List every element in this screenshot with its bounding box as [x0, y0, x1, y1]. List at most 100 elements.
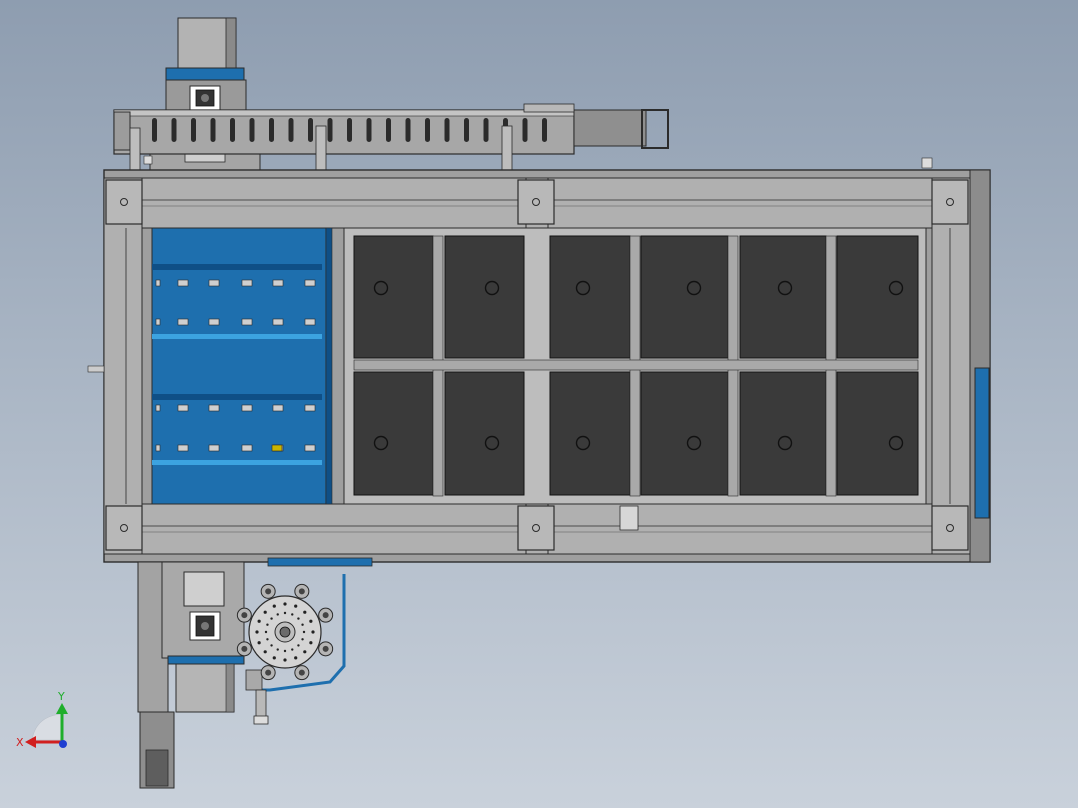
wheel-pin: [294, 604, 298, 608]
wheel-pin: [270, 644, 273, 647]
chain-slot: [288, 118, 294, 142]
tray-cell: [739, 371, 827, 496]
axis-triad: Y X: [16, 690, 68, 749]
cad-model-view[interactable]: Y X: [0, 0, 1078, 808]
tray-grid[interactable]: [343, 227, 927, 505]
tray-cell: [353, 371, 434, 496]
gripper-core: [298, 669, 305, 676]
gripper-core: [241, 645, 248, 652]
wheel-pin: [302, 630, 306, 634]
chain-slot: [542, 118, 547, 142]
wheel-pin: [311, 630, 315, 634]
blue-slot: [208, 318, 220, 326]
z-axis-dot: [59, 740, 67, 748]
blue-slot-marked: [271, 444, 283, 452]
tray-cell: [549, 371, 631, 496]
wheel-pin: [283, 649, 287, 653]
blue-slot: [177, 404, 189, 412]
blue-slot: [155, 318, 161, 326]
tray-cell: [836, 371, 919, 496]
chain-slot: [249, 118, 255, 142]
blue-slot: [304, 318, 316, 326]
chain-slot: [210, 118, 216, 142]
chain-slot: [444, 118, 450, 142]
chain-slot: [191, 118, 196, 142]
chain-slot: [483, 118, 489, 142]
wheel-pin: [276, 613, 279, 616]
blue-slot: [155, 404, 161, 412]
wheel-pin: [283, 658, 287, 662]
wheel-pin: [276, 648, 279, 651]
corner-plate: [105, 505, 143, 551]
chain-slot: [464, 118, 469, 142]
tray-cell: [836, 235, 919, 359]
blue-slot: [241, 404, 253, 412]
chain-slot: [230, 118, 235, 142]
wheel-pin: [263, 610, 267, 614]
blue-slot: [241, 318, 253, 326]
chain-slot: [171, 118, 177, 142]
tray-cell: [549, 235, 631, 359]
cad-viewport[interactable]: Y X: [0, 0, 1078, 808]
blue-slot: [241, 279, 253, 287]
blue-slot: [155, 279, 161, 287]
wheel-pin: [303, 610, 307, 614]
wheel-pin: [283, 602, 287, 606]
blue-slot: [241, 444, 253, 452]
wheel-pin: [270, 617, 273, 620]
wheel-pin: [255, 630, 259, 634]
wheel-pin: [272, 656, 276, 660]
chain-slot: [425, 118, 430, 142]
wheel-pin: [263, 650, 267, 654]
wheel-pin: [266, 623, 269, 626]
wheel-pin: [266, 638, 269, 641]
tray-cell: [640, 371, 729, 496]
blue-slot: [155, 444, 161, 452]
wheel-pin: [257, 619, 261, 623]
tray-divider: [353, 359, 919, 371]
blue-slot: [272, 404, 284, 412]
chain-slot: [152, 118, 157, 142]
chain-slot: [347, 118, 352, 142]
chain-slot: [522, 118, 528, 142]
chain-slot: [386, 118, 391, 142]
corner-plate: [931, 179, 969, 225]
wheel-pin: [303, 650, 307, 654]
tray-cell: [353, 235, 434, 359]
tray-cell: [739, 235, 827, 359]
corner-plate: [517, 179, 555, 225]
blue-slot: [272, 318, 284, 326]
wheel-pin: [291, 648, 294, 651]
wheel-pin: [309, 619, 313, 623]
blue-slot: [304, 404, 316, 412]
rotary-star-wheel[interactable]: [236, 574, 346, 725]
wheel-pin: [291, 613, 294, 616]
corner-plate: [105, 179, 143, 225]
blue-slot: [177, 318, 189, 326]
chain-slot: [405, 118, 411, 142]
tray-cell: [444, 235, 525, 359]
corner-plate: [931, 505, 969, 551]
wheel-pin: [272, 604, 276, 608]
wheel-pin: [283, 611, 287, 615]
wheel-pin: [297, 617, 300, 620]
gripper-core: [265, 588, 272, 595]
wheel-pin: [301, 638, 304, 641]
corner-plate: [517, 505, 555, 551]
blue-slot: [177, 444, 189, 452]
blue-slot: [177, 279, 189, 287]
chain-slot: [269, 118, 274, 142]
gripper-core: [298, 588, 305, 595]
y-axis-label: Y: [57, 690, 65, 703]
chain-slot: [308, 118, 313, 142]
wheel-pin: [257, 641, 261, 645]
tray-cell: [640, 235, 729, 359]
wheel-pin: [297, 644, 300, 647]
blue-slot: [304, 279, 316, 287]
gripper-core: [322, 645, 329, 652]
blue-slot: [208, 404, 220, 412]
blue-conveyor-section[interactable]: [151, 227, 333, 505]
x-axis-label: X: [16, 736, 24, 749]
gripper-core: [265, 669, 272, 676]
gripper-core: [241, 612, 248, 619]
